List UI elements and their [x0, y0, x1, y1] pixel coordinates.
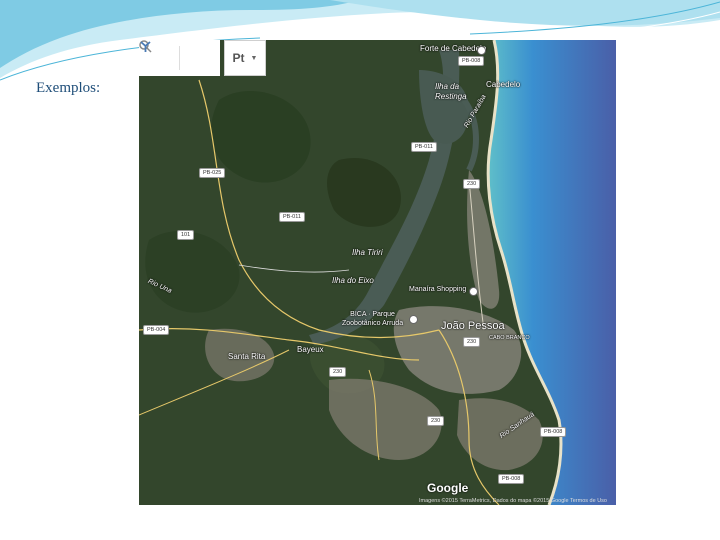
language-label: Pt [232, 51, 245, 65]
road-shield-pb008: PB-008 [458, 56, 485, 66]
map-attribution[interactable]: Imagens ©2015 TerraMetrics, Dados do map… [419, 498, 607, 504]
slide-title: Exemplos: [36, 80, 101, 96]
label-joao-pessoa: João Pessoa [441, 320, 505, 332]
label-ilha-tiriri: Ilha Tiriri [352, 248, 383, 257]
road-shield-230: 230 [463, 179, 481, 189]
directions-button[interactable] [140, 40, 220, 76]
road-shield-230: 230 [463, 337, 481, 347]
directions-icon [140, 41, 151, 52]
label-cabedelo: Cabedelo [486, 80, 521, 89]
label-manaira-shopping: Manaíra Shopping [409, 286, 467, 293]
map-controls-group [139, 40, 220, 76]
satellite-map[interactable]: Pt ▼ Forte de Cabedelo Cabedelo Ilha da … [139, 40, 616, 505]
road-shield-pb025: PB-025 [199, 168, 226, 178]
road-shield-pb011: PB-011 [279, 212, 305, 222]
road-shield-230: 230 [427, 416, 445, 426]
poi-shopping-marker[interactable] [469, 287, 478, 296]
label-cabo-branco: CABO BRANCO [489, 335, 530, 341]
map-toolbar: Pt ▼ [139, 40, 266, 80]
road-shield-pb008: PB-008 [498, 474, 525, 484]
road-shield-pb004: PB-004 [143, 325, 170, 335]
road-shield-pb011: PB-011 [411, 142, 437, 152]
label-ilha-eixo: Ilha do Eixo [332, 276, 374, 285]
google-logo: Google [427, 481, 469, 495]
label-bica-parque: BICA · Parque Zoobotânico Arruda [342, 311, 404, 327]
road-shield-230: 230 [329, 367, 347, 377]
label-santa-rita: Santa Rita [228, 352, 266, 361]
caret-down-icon: ▼ [250, 54, 258, 62]
poi-forte-marker[interactable] [477, 46, 486, 55]
poi-bica-marker[interactable] [409, 315, 418, 324]
label-bayeux: Bayeux [297, 345, 324, 354]
label-ilha-restinga: Ilha da Restinga [435, 82, 467, 101]
language-dropdown[interactable]: Pt ▼ [224, 40, 266, 76]
road-shield-pb008: PB-008 [540, 427, 567, 437]
road-shield-101: 101 [177, 230, 195, 240]
